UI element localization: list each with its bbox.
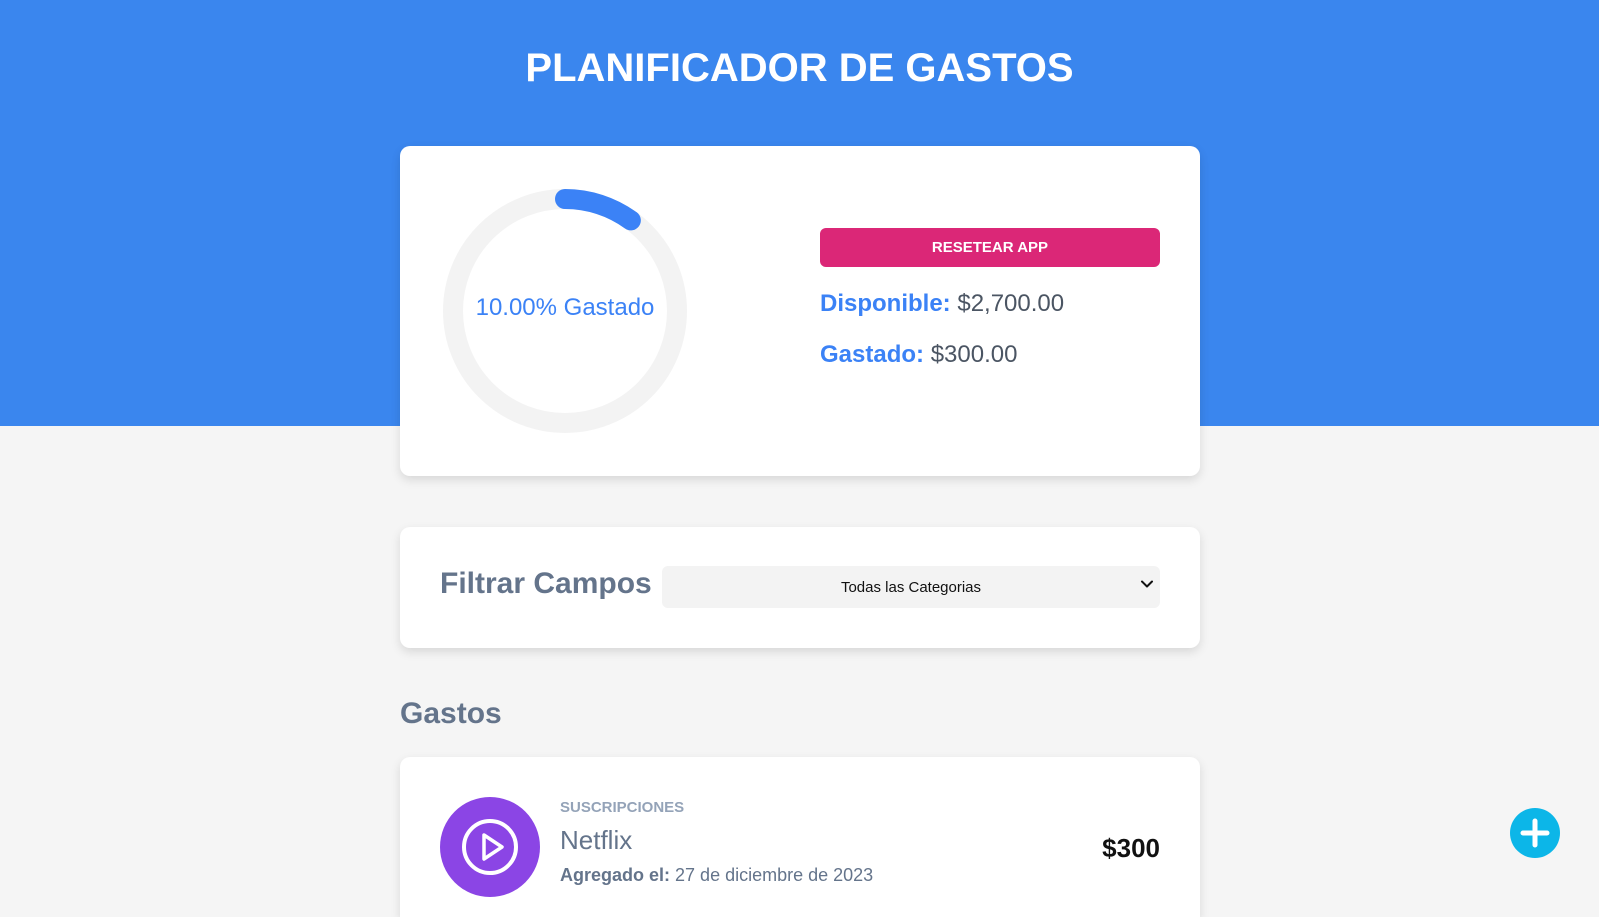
- available-label: Disponible:: [820, 290, 951, 317]
- app-title: PLANIFICADOR DE GASTOS: [525, 46, 1074, 90]
- spent-value: $300.00: [930, 341, 1018, 368]
- reset-app-button[interactable]: RESETEAR APP: [820, 228, 1160, 267]
- budget-card: 10.00% Gastado RESETEAR APP Disponible: …: [400, 146, 1200, 476]
- filter-label: Filtrar Campos: [440, 567, 652, 600]
- expense-category-icon: [440, 797, 540, 897]
- spent-amount: Gastado: $300.00: [820, 341, 1017, 369]
- add-expense-button[interactable]: [1510, 808, 1560, 858]
- expense-category: SUSCRIPCIONES: [560, 799, 685, 816]
- filter-card: Filtrar Campos Todas las Categorias: [400, 527, 1200, 648]
- progress-text: 10.00% Gastado: [475, 294, 655, 321]
- expense-list-item[interactable]: SUSCRIPCIONES Netflix Agregado el: 27 de…: [400, 757, 1200, 917]
- expense-name: Netflix: [560, 825, 633, 855]
- available-value: $2,700.00: [957, 290, 1065, 317]
- plus-icon: [1520, 818, 1550, 848]
- play-icon: [462, 819, 518, 875]
- expense-date: Agregado el: 27 de diciembre de 2023: [560, 865, 873, 886]
- spent-label: Gastado:: [820, 341, 925, 368]
- category-filter-select[interactable]: Todas las Categorias: [662, 566, 1160, 608]
- expense-date-value: 27 de diciembre de 2023: [675, 865, 874, 885]
- expenses-section-title: Gastos: [400, 697, 502, 730]
- available-amount: Disponible: $2,700.00: [820, 290, 1064, 318]
- expense-date-label: Agregado el:: [560, 865, 671, 885]
- expense-amount: $300: [1102, 833, 1160, 863]
